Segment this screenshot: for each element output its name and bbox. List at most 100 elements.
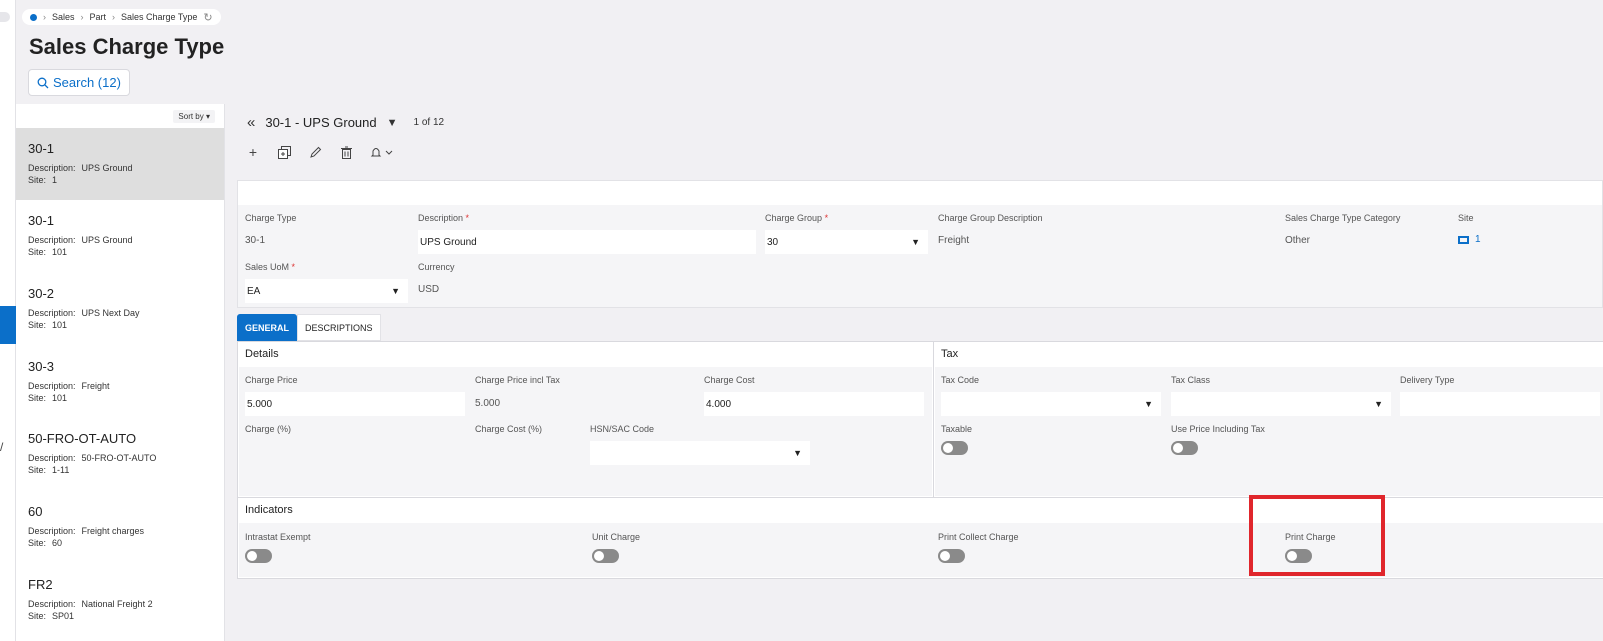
list-item[interactable]: 30-1 Description: UPS Ground Site: 101: [16, 200, 224, 272]
tax-code-select[interactable]: ▼: [941, 392, 1161, 416]
charge-cost-pct-label: Charge Cost (%): [475, 424, 543, 434]
list-item-site: 101: [52, 393, 68, 403]
list-item-site: 60: [52, 538, 63, 548]
sales-uom-value: EA: [247, 285, 261, 297]
intrastat-label: Intrastat Exempt: [245, 532, 311, 542]
record-detail: « 30-1 - UPS Ground ▼ 1 of 12 + Charge T…: [225, 104, 1603, 641]
record-navigator: « 30-1 - UPS Ground ▼ 1 of 12: [247, 114, 444, 131]
shell-pill[interactable]: [0, 12, 10, 22]
list-item[interactable]: 30-1 Description: UPS Ground Site: 1: [16, 128, 224, 200]
charge-cost-field: Charge Cost 4.000: [704, 375, 924, 416]
charge-cost-pct-field: Charge Cost (%): [475, 424, 542, 441]
taxable-field: Taxable: [941, 424, 972, 455]
hsn-field: HSN/SAC Code ▼: [590, 424, 810, 465]
charge-group-desc-field: Charge Group Description Freight: [938, 213, 1043, 246]
caret-down-icon[interactable]: ▼: [387, 117, 398, 129]
hsn-label: HSN/SAC Code: [590, 424, 655, 434]
description-label: Description:: [28, 526, 76, 536]
tax-class-select[interactable]: ▼: [1171, 392, 1391, 416]
collapse-list-icon[interactable]: «: [247, 114, 255, 131]
indicators-band: [239, 523, 1603, 577]
breadcrumb-item-part[interactable]: Part: [90, 12, 107, 22]
shell-active-indicator[interactable]: [0, 306, 16, 344]
description-label: Description:: [28, 235, 76, 245]
list-item[interactable]: 60 Description: Freight charges Site: 60: [16, 491, 224, 563]
site-link[interactable]: 1: [1458, 234, 1481, 245]
site-icon: [1458, 235, 1469, 244]
tab-bar: GENERAL DESCRIPTIONS: [237, 314, 381, 341]
charge-group-select[interactable]: 30 ▼: [765, 230, 928, 254]
record-list: Sort by ▾ 30-1 Description: UPS Ground Si…: [16, 104, 225, 641]
list-item-description: Freight: [81, 381, 110, 391]
site-label: Site: [1458, 213, 1474, 223]
charge-price-input[interactable]: 5.000: [245, 392, 465, 416]
list-item-description: Freight charges: [81, 526, 145, 536]
list-item[interactable]: 30-2 Description: UPS Next Day Site: 101: [16, 273, 224, 345]
sales-uom-label: Sales UoM: [245, 262, 290, 272]
list-item-title: 30-2: [28, 286, 55, 301]
edit-icon[interactable]: [307, 144, 323, 160]
bell-dropdown-icon[interactable]: [369, 144, 395, 160]
breadcrumb-item-sales[interactable]: Sales: [52, 12, 75, 22]
delivery-type-input[interactable]: [1400, 392, 1600, 416]
home-icon[interactable]: [30, 13, 37, 21]
required-mark: *: [291, 262, 296, 272]
unit-charge-toggle[interactable]: [592, 549, 619, 563]
charge-price-incl-field: Charge Price incl Tax 5.000: [475, 375, 560, 409]
print-collect-toggle[interactable]: [938, 549, 965, 563]
refresh-icon[interactable]: ↻: [203, 11, 212, 24]
sort-by-button[interactable]: Sort by ▾: [173, 110, 215, 123]
chevron-down-icon: ▼: [1374, 399, 1383, 409]
list-item[interactable]: 30-3 Description: Freight Site: 101: [16, 346, 224, 418]
delete-icon[interactable]: [338, 144, 354, 160]
list-item-site: 1: [52, 175, 58, 185]
use-price-incl-toggle[interactable]: [1171, 441, 1198, 455]
delivery-type-label: Delivery Type: [1400, 375, 1455, 385]
search-button-label: Search (12): [53, 75, 121, 90]
unit-charge-label: Unit Charge: [592, 532, 641, 542]
charge-group-field: Charge Group * 30 ▼: [765, 213, 928, 254]
add-icon[interactable]: +: [245, 144, 261, 160]
site-label: Site:: [28, 611, 47, 621]
tax-section: Tax Tax Code ▼ Tax Class ▼ Delivery Type…: [933, 341, 1603, 498]
list-item-title: 60: [28, 504, 43, 519]
search-button[interactable]: Search (12): [28, 69, 130, 96]
charge-cost-input[interactable]: 4.000: [704, 392, 924, 416]
charge-type-field: Charge Type 30-1: [245, 213, 296, 246]
charge-price-label: Charge Price: [245, 375, 298, 385]
chevron-right-icon: ›: [112, 12, 116, 22]
record-selector[interactable]: 30-1 - UPS Ground: [265, 115, 376, 130]
duplicate-icon[interactable]: [276, 144, 292, 160]
intrastat-toggle[interactable]: [245, 549, 272, 563]
tax-code-label: Tax Code: [941, 375, 980, 385]
shell-chevron-icon[interactable]: /: [0, 440, 3, 454]
required-mark: *: [465, 213, 470, 223]
list-item-site: 101: [52, 247, 68, 257]
page-title: Sales Charge Type: [29, 34, 225, 59]
list-item[interactable]: FR2 Description: National Freight 2 Site:…: [16, 564, 224, 636]
charge-price-value: 5.000: [247, 398, 273, 410]
tax-class-label: Tax Class: [1171, 375, 1211, 385]
highlight-annotation: [1249, 495, 1385, 576]
site-label: Site:: [28, 247, 47, 257]
indicators-title: Indicators: [245, 504, 293, 516]
required-mark: *: [824, 213, 829, 223]
tab-general[interactable]: GENERAL: [237, 314, 298, 341]
charge-cost-value: 4.000: [706, 398, 732, 410]
sales-uom-select[interactable]: EA ▼: [245, 279, 408, 303]
charge-pct-label: Charge (%): [245, 424, 292, 434]
use-price-incl-label: Use Price Including Tax: [1171, 424, 1265, 434]
description-input[interactable]: UPS Ground: [418, 230, 756, 254]
hsn-select[interactable]: ▼: [590, 441, 810, 465]
list-item-description: 50-FRO-OT-AUTO: [81, 453, 157, 463]
indicators-section: Indicators Intrastat Exempt Unit Charge …: [237, 497, 1603, 579]
list-item[interactable]: 50-FRO-OT-AUTO Description: 50-FRO-OT-AUT…: [16, 418, 224, 490]
list-item-site: 1-11: [52, 465, 70, 475]
taxable-toggle[interactable]: [941, 441, 968, 455]
currency-field: Currency USD: [418, 262, 455, 295]
charge-cost-label: Charge Cost: [704, 375, 755, 385]
description-label: Description:: [28, 381, 76, 391]
unit-charge-field: Unit Charge: [592, 532, 640, 563]
tab-descriptions[interactable]: DESCRIPTIONS: [297, 314, 381, 341]
description-label: Description:: [28, 453, 76, 463]
